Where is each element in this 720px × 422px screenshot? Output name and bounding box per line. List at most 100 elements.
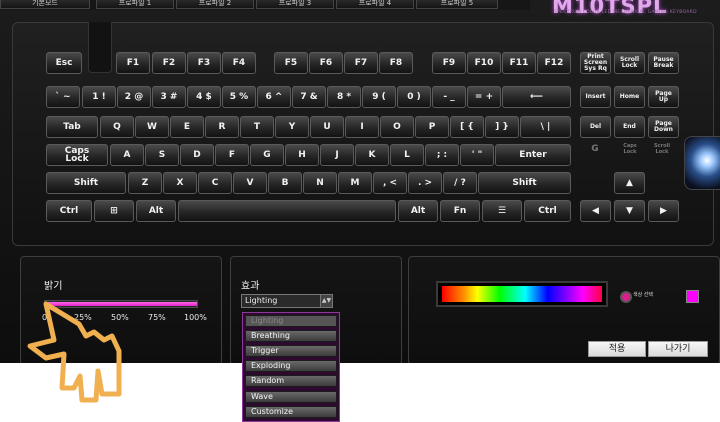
key-b[interactable]: B bbox=[268, 172, 302, 194]
key-print-screen[interactable]: Print Screen Sys Rq bbox=[580, 52, 611, 74]
effect-option-lighting[interactable]: Lighting bbox=[245, 315, 337, 327]
key-f3[interactable]: F3 bbox=[187, 52, 221, 74]
key-right-shift[interactable]: Shift bbox=[478, 172, 571, 194]
key-l[interactable]: L bbox=[390, 144, 424, 166]
key-f10[interactable]: F10 bbox=[467, 52, 501, 74]
tab-profile-2[interactable]: 프로파일 2 bbox=[176, 0, 254, 9]
key-semicolon[interactable]: ; : bbox=[425, 144, 459, 166]
key-comma[interactable]: , < bbox=[373, 172, 407, 194]
key-windows[interactable]: ⊞ bbox=[94, 200, 134, 222]
key-fn[interactable]: Fn bbox=[440, 200, 480, 222]
key-q[interactable]: Q bbox=[100, 116, 134, 138]
key-f7[interactable]: F7 bbox=[344, 52, 378, 74]
exit-button[interactable]: 나가기 bbox=[648, 341, 708, 357]
key-right-ctrl[interactable]: Ctrl bbox=[524, 200, 571, 222]
key-f[interactable]: F bbox=[215, 144, 249, 166]
key-quote[interactable]: ' " bbox=[460, 144, 494, 166]
key-arrow-down[interactable]: ▼ bbox=[614, 200, 645, 222]
key-1[interactable]: 1 ! bbox=[82, 86, 116, 108]
key-e[interactable]: E bbox=[170, 116, 204, 138]
key-right-bracket[interactable]: ] } bbox=[485, 116, 519, 138]
tab-profile-4[interactable]: 프로파일 4 bbox=[336, 0, 414, 9]
key-insert[interactable]: Insert bbox=[580, 86, 611, 108]
key-left-bracket[interactable]: [ { bbox=[450, 116, 484, 138]
key-f11[interactable]: F11 bbox=[502, 52, 536, 74]
key-p[interactable]: P bbox=[415, 116, 449, 138]
key-enter[interactable]: Enter bbox=[495, 144, 571, 166]
key-r[interactable]: R bbox=[205, 116, 239, 138]
key-backslash[interactable]: \ | bbox=[520, 116, 571, 138]
key-k[interactable]: K bbox=[355, 144, 389, 166]
key-f6[interactable]: F6 bbox=[309, 52, 343, 74]
key-f4[interactable]: F4 bbox=[222, 52, 256, 74]
key-o[interactable]: O bbox=[380, 116, 414, 138]
key-5[interactable]: 5 % bbox=[222, 86, 256, 108]
key-pause-break[interactable]: Pause Break bbox=[648, 52, 679, 74]
key-right-alt[interactable]: Alt bbox=[398, 200, 438, 222]
key-end[interactable]: End bbox=[614, 116, 645, 138]
effect-option-wave[interactable]: Wave bbox=[245, 391, 337, 403]
key-s[interactable]: S bbox=[145, 144, 179, 166]
apply-button[interactable]: 적용 bbox=[588, 341, 646, 357]
effect-option-breathing[interactable]: Breathing bbox=[245, 330, 337, 342]
key-backspace[interactable]: ⟵ bbox=[502, 86, 571, 108]
key-scroll-lock[interactable]: Scroll Lock bbox=[614, 52, 645, 74]
key-x[interactable]: X bbox=[163, 172, 197, 194]
effect-option-exploding[interactable]: Exploding bbox=[245, 360, 337, 372]
key-left-ctrl[interactable]: Ctrl bbox=[46, 200, 92, 222]
key-m[interactable]: M bbox=[338, 172, 372, 194]
key-c[interactable]: C bbox=[198, 172, 232, 194]
key-arrow-right[interactable]: ▶ bbox=[648, 200, 679, 222]
key-t[interactable]: T bbox=[240, 116, 274, 138]
key-z[interactable]: Z bbox=[128, 172, 162, 194]
key-g[interactable]: G bbox=[250, 144, 284, 166]
key-0[interactable]: 0 ) bbox=[397, 86, 431, 108]
key-spacebar[interactable] bbox=[178, 200, 396, 222]
effect-option-customize[interactable]: Customize bbox=[245, 406, 337, 418]
key-home[interactable]: Home bbox=[614, 86, 645, 108]
key-d[interactable]: D bbox=[180, 144, 214, 166]
key-j[interactable]: J bbox=[320, 144, 354, 166]
key-2[interactable]: 2 @ bbox=[117, 86, 151, 108]
key-n[interactable]: N bbox=[303, 172, 337, 194]
key-f5[interactable]: F5 bbox=[274, 52, 308, 74]
key-equal[interactable]: = + bbox=[467, 86, 501, 108]
color-swatch[interactable] bbox=[686, 290, 699, 303]
effect-option-trigger[interactable]: Trigger bbox=[245, 345, 337, 357]
key-page-up[interactable]: Page Up bbox=[648, 86, 679, 108]
key-f9[interactable]: F9 bbox=[432, 52, 466, 74]
key-slash[interactable]: / ? bbox=[443, 172, 477, 194]
key-7[interactable]: 7 & bbox=[292, 86, 326, 108]
key-arrow-left[interactable]: ◀ bbox=[580, 200, 611, 222]
key-3[interactable]: 3 # bbox=[152, 86, 186, 108]
key-page-down[interactable]: Page Down bbox=[648, 116, 679, 138]
key-tilde[interactable]: ` ~ bbox=[46, 86, 80, 108]
key-h[interactable]: H bbox=[285, 144, 319, 166]
key-f2[interactable]: F2 bbox=[152, 52, 186, 74]
key-arrow-up[interactable]: ▲ bbox=[614, 172, 645, 194]
effect-select[interactable]: Lighting ▲▼ bbox=[241, 294, 333, 308]
key-i[interactable]: I bbox=[345, 116, 379, 138]
tab-profile-5[interactable]: 프로파일 5 bbox=[416, 0, 498, 9]
key-esc[interactable]: Esc bbox=[46, 52, 82, 74]
key-tab[interactable]: Tab bbox=[46, 116, 98, 138]
key-6[interactable]: 6 ^ bbox=[257, 86, 291, 108]
color-spectrum-gradient[interactable] bbox=[442, 286, 602, 302]
key-menu[interactable]: ☰ bbox=[482, 200, 522, 222]
color-select-radio[interactable] bbox=[620, 291, 632, 303]
key-4[interactable]: 4 $ bbox=[187, 86, 221, 108]
key-left-shift[interactable]: Shift bbox=[46, 172, 126, 194]
key-f1[interactable]: F1 bbox=[116, 52, 150, 74]
key-f8[interactable]: F8 bbox=[379, 52, 413, 74]
tab-profile-3[interactable]: 프로파일 3 bbox=[256, 0, 334, 9]
color-spectrum[interactable] bbox=[436, 281, 608, 307]
key-delete[interactable]: Del bbox=[580, 116, 611, 138]
key-minus[interactable]: - _ bbox=[432, 86, 466, 108]
key-9[interactable]: 9 ( bbox=[362, 86, 396, 108]
key-period[interactable]: . > bbox=[408, 172, 442, 194]
tab-profile-1[interactable]: 프로파일 1 bbox=[96, 0, 174, 9]
key-v[interactable]: V bbox=[233, 172, 267, 194]
tab-default[interactable]: 기본모드 bbox=[0, 0, 90, 9]
key-f12[interactable]: F12 bbox=[537, 52, 571, 74]
key-y[interactable]: Y bbox=[275, 116, 309, 138]
